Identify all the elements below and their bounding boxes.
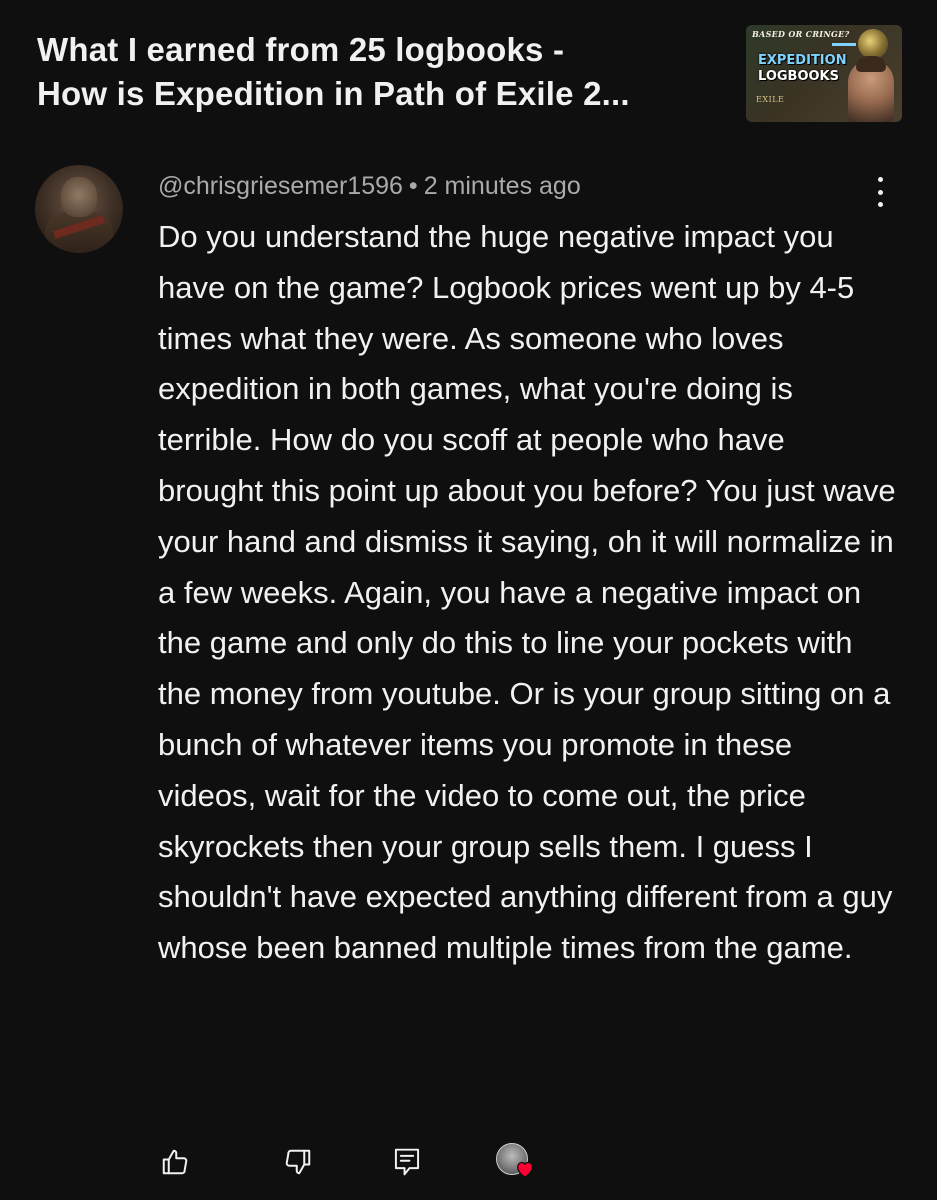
comment-meta: @chrisgriesemer1596 • 2 minutes ago: [158, 171, 581, 201]
thumbnail-main-line2: LOGBOOKS: [758, 69, 839, 84]
dislike-button[interactable]: [281, 1145, 315, 1179]
meta-separator: •: [408, 172, 418, 200]
thumbnail-game-text: EXILE: [756, 95, 785, 104]
reply-button[interactable]: [390, 1145, 424, 1179]
avatar-head-graphic: [61, 177, 97, 217]
thumbnail-main-text: EXPEDITION LOGBOOKS: [758, 53, 847, 85]
comment-actions: [158, 1143, 558, 1185]
comment-author[interactable]: @chrisgriesemer1596: [158, 172, 403, 200]
thumb-up-icon: [162, 1149, 188, 1175]
like-button[interactable]: [158, 1145, 192, 1179]
more-dot-icon: [877, 189, 883, 195]
thumbnail-top-text: BASED OR CRINGE?: [752, 29, 850, 39]
video-thumbnail[interactable]: BASED OR CRINGE? EXPEDITION LOGBOOKS EXI…: [746, 25, 902, 122]
more-dot-icon: [877, 177, 883, 182]
thumbnail-main-line1: EXPEDITION: [758, 53, 847, 68]
reply-comment-icon: [394, 1148, 420, 1176]
more-options-button[interactable]: [870, 177, 890, 207]
video-header[interactable]: What I earned from 25 logbooks - How is …: [37, 28, 727, 116]
avatar[interactable]: [35, 165, 123, 253]
comment-timestamp[interactable]: 2 minutes ago: [424, 172, 581, 200]
thumbnail-arrow-graphic: [832, 43, 856, 46]
more-dot-icon: [877, 202, 883, 207]
comment-text: Do you understand the huge negative impa…: [158, 219, 896, 966]
creator-heart-badge[interactable]: [496, 1143, 536, 1183]
thumbnail-orb-graphic: [858, 29, 888, 59]
thumbnail-creator-face: [848, 56, 894, 122]
creator-heart-icon: [517, 1161, 533, 1178]
thumb-down-icon: [285, 1149, 311, 1175]
video-title[interactable]: What I earned from 25 logbooks - How is …: [37, 28, 727, 116]
